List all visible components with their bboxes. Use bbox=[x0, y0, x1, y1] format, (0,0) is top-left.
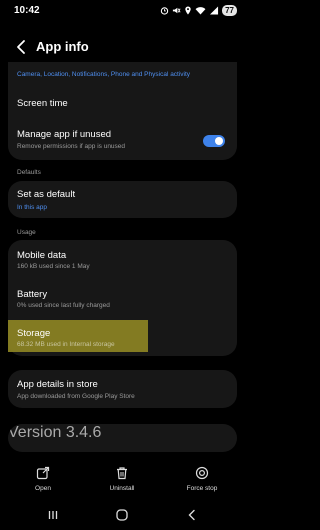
recents-icon[interactable] bbox=[46, 508, 60, 522]
set-as-default-label: Set as default bbox=[17, 189, 76, 200]
location-icon bbox=[185, 6, 191, 15]
force-stop-button[interactable]: Force stop bbox=[172, 466, 232, 492]
set-as-default-sub: In this app bbox=[17, 204, 47, 211]
page-title: App info bbox=[36, 39, 89, 54]
mute-icon bbox=[172, 7, 181, 14]
section-usage: Usage bbox=[17, 229, 36, 236]
version-card: Version 3.4.6 bbox=[8, 424, 237, 452]
app-bar: App info bbox=[0, 34, 245, 62]
wifi-icon bbox=[195, 7, 206, 15]
store-card: App details in store App downloaded from… bbox=[8, 370, 237, 408]
home-icon[interactable] bbox=[115, 508, 129, 522]
battery-sub: 0% used since last fully charged bbox=[17, 302, 110, 309]
open-external-icon bbox=[36, 466, 50, 480]
status-bar: 10:42 77 bbox=[0, 0, 245, 24]
app-details-label: App details in store bbox=[17, 379, 98, 390]
trash-icon bbox=[117, 467, 127, 480]
section-defaults: Defaults bbox=[17, 169, 41, 176]
open-label: Open bbox=[35, 485, 51, 492]
alarm-icon bbox=[160, 7, 169, 15]
mobile-data-sub: 160 kB used since 1 May bbox=[17, 263, 90, 270]
battery-row[interactable]: Battery 0% used since last fully charged bbox=[8, 280, 237, 318]
storage-row[interactable]: Storage 68.32 MB used in Internal storag… bbox=[8, 320, 237, 356]
action-bar: Open Uninstall Force stop bbox=[0, 466, 245, 500]
battery-label: Battery bbox=[17, 289, 48, 300]
permissions-summary: Camera, Location, Notifications, Phone a… bbox=[17, 71, 191, 78]
app-details-row[interactable]: App details in store App downloaded from… bbox=[8, 370, 237, 408]
permissions-card: Camera, Location, Notifications, Phone a… bbox=[8, 62, 237, 160]
back-arrow-icon[interactable] bbox=[14, 39, 30, 55]
status-time: 10:42 bbox=[14, 5, 40, 16]
uninstall-label: Uninstall bbox=[109, 485, 135, 492]
storage-sub: 68.32 MB used in Internal storage bbox=[17, 341, 115, 348]
system-nav-bar bbox=[0, 504, 245, 530]
storage-label: Storage bbox=[17, 328, 51, 339]
mobile-data-label: Mobile data bbox=[17, 250, 67, 261]
version-text: Version 3.4.6 bbox=[8, 424, 102, 441]
force-stop-icon bbox=[195, 466, 209, 480]
back-nav-icon[interactable] bbox=[185, 508, 199, 522]
open-button[interactable]: Open bbox=[13, 466, 73, 492]
defaults-card: Set as default In this app bbox=[8, 181, 237, 218]
set-as-default-row[interactable]: Set as default In this app bbox=[8, 181, 237, 218]
manage-unused-toggle[interactable] bbox=[203, 135, 225, 147]
force-stop-label: Force stop bbox=[186, 485, 218, 492]
permissions-row[interactable]: Camera, Location, Notifications, Phone a… bbox=[8, 62, 237, 84]
manage-unused-sub: Remove permissions if app is unused bbox=[17, 143, 126, 150]
mobile-data-row[interactable]: Mobile data 160 kB used since 1 May bbox=[8, 240, 237, 278]
status-icons: 77 bbox=[160, 5, 237, 16]
screen-time-row[interactable]: Screen time bbox=[8, 88, 237, 118]
battery-icon: 77 bbox=[222, 5, 237, 16]
screen-time-label: Screen time bbox=[17, 98, 68, 109]
storage-row-wrap: Storage 68.32 MB used in Internal storag… bbox=[8, 320, 237, 356]
app-details-sub: App downloaded from Google Play Store bbox=[17, 393, 135, 400]
signal-icon bbox=[210, 6, 219, 15]
uninstall-button[interactable]: Uninstall bbox=[92, 466, 152, 492]
manage-unused-row[interactable]: Manage app if unused Remove permissions … bbox=[8, 124, 237, 158]
manage-unused-label: Manage app if unused bbox=[17, 129, 112, 140]
